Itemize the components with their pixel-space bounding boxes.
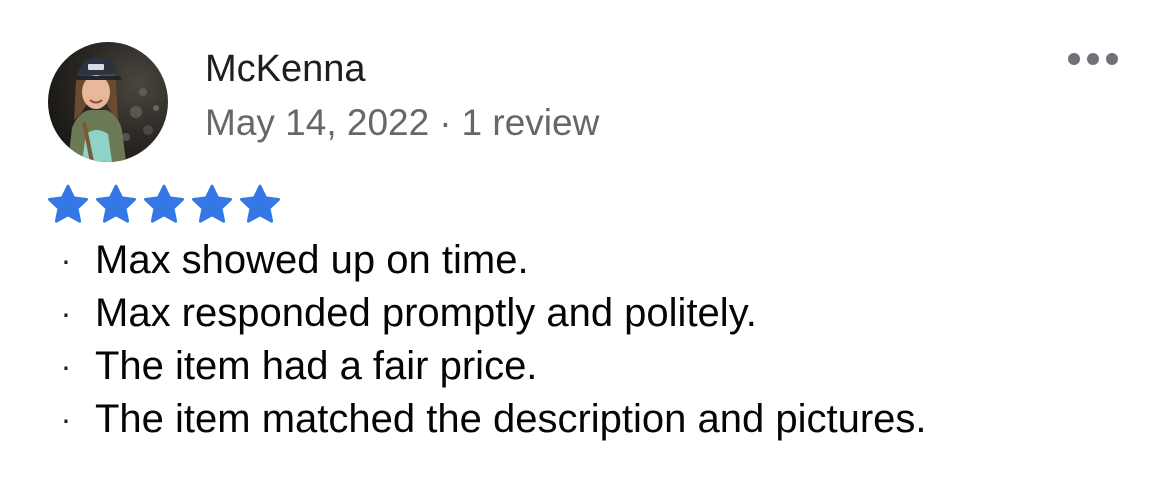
review-comments-list: · Max showed up on time. · Max responded pr… — [58, 234, 927, 446]
star-icon — [48, 184, 88, 223]
review-date: May 14, 2022 — [205, 102, 430, 143]
review-comment-text: The item matched the description and pic… — [95, 397, 927, 441]
star-rating — [46, 184, 282, 224]
review-card: McKenna May 14, 2022 · 1 review · Max showe… — [0, 0, 1170, 499]
review-count[interactable]: 1 review — [462, 102, 600, 143]
reviewer-name[interactable]: McKenna — [205, 46, 366, 92]
star-icon — [96, 184, 137, 223]
review-comment-text: The item had a fair price. — [95, 344, 538, 388]
star-icon — [192, 184, 233, 223]
review-comment-item: · Max showed up on time. — [58, 234, 927, 287]
avatar-photo — [48, 42, 168, 162]
star-icon — [144, 184, 185, 223]
avatar[interactable] — [48, 42, 168, 162]
more-options-button[interactable] — [1060, 40, 1126, 78]
bullet-dot: · — [60, 348, 72, 384]
more-horizontal-icon — [1068, 53, 1118, 65]
review-comment-item: · The item matched the description and pi… — [58, 393, 927, 446]
bullet-dot: · — [60, 401, 72, 437]
review-comment-text: Max responded promptly and politely. — [95, 291, 757, 335]
star-icon — [240, 184, 280, 223]
bullet-dot: · — [60, 242, 72, 278]
review-comment-item: · Max responded promptly and politely. — [58, 287, 927, 340]
review-meta: May 14, 2022 · 1 review — [205, 101, 599, 145]
review-comment-item: · The item had a fair price. — [58, 340, 927, 393]
meta-separator: · — [439, 102, 452, 143]
bullet-dot: · — [60, 295, 72, 331]
review-comment-text: Max showed up on time. — [95, 238, 529, 282]
